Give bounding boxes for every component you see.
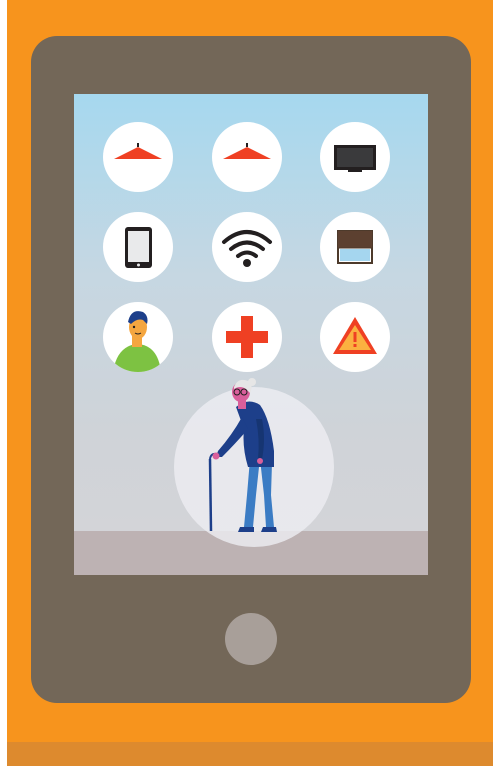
smartphone-icon	[125, 227, 152, 268]
warning-alert-button[interactable]	[320, 302, 390, 372]
ceiling-lamp-icon	[114, 143, 162, 159]
wifi-icon	[222, 230, 272, 267]
ceiling-lamp-1-button[interactable]	[103, 122, 173, 192]
ceiling-lamp-icon	[223, 143, 271, 159]
caregiver-button[interactable]	[103, 302, 173, 372]
television-icon	[334, 145, 376, 172]
smartphone-button[interactable]	[103, 212, 173, 282]
warning-alert-icon	[333, 317, 377, 354]
wifi-button[interactable]	[212, 212, 282, 282]
tablet-screen	[74, 94, 428, 575]
tablet-frame-shadow	[7, 742, 493, 766]
medical-cross-icon	[226, 316, 268, 358]
window-blind-icon	[337, 230, 373, 264]
caregiver-avatar-icon	[113, 311, 161, 372]
home-button[interactable]	[225, 613, 277, 665]
window-blind-button[interactable]	[320, 212, 390, 282]
ceiling-lamp-2-button[interactable]	[212, 122, 282, 192]
television-button[interactable]	[320, 122, 390, 192]
elderly-woman-with-cane-illustration	[208, 378, 277, 532]
medical-emergency-button[interactable]	[212, 302, 282, 372]
